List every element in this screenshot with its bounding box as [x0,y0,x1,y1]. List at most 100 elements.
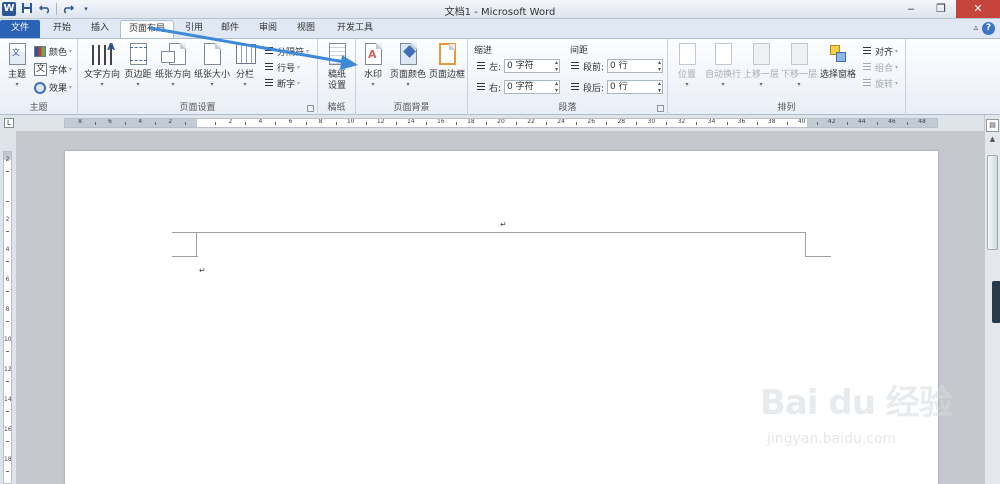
ruler-number: 48 [918,118,926,125]
ruler-strip[interactable]: 8 6 4 2 2 4 6 8 10 12 14 16 18 20 22 24 26 28 30 32 34 36 38 40… [64,118,938,128]
vertical-ruler-number: 16 [4,426,12,433]
ruler-number: 4 [258,118,263,125]
orientation-button[interactable]: 纸张方向 ▾ [154,42,192,89]
group-page-setup: A 文字方向 ▾ 页边距 ▾ 纸张方向 ▾ 纸张大小 ▾ 分栏 ▾ 分隔符 ▾ … [78,39,318,115]
ruler-tick [365,122,367,125]
columns-button[interactable]: 分栏 ▾ [232,42,258,89]
effects-icon [34,81,47,94]
spacing-after-spinner[interactable]: 0 行 [607,80,664,94]
ribbon: 文 主题 ▾ 颜色 ▾ 文 字体 ▾ 效果 ▾ 主题 A 文字方向 ▾ 页边距 … [0,38,1000,115]
tab-references[interactable]: 引用 [178,20,210,38]
theme-fonts-button[interactable]: 文 字体 ▾ [34,61,72,77]
vertical-ruler: 2 2 4 6 8 10 12 14 16 18 [0,131,16,484]
hyphenation-button[interactable]: 断字 ▾ [262,75,300,91]
manuscript-setup-button[interactable]: 稿纸 设置 [321,42,353,92]
line-numbers-button[interactable]: 行号 ▾ [262,59,300,75]
ruler-tick [125,122,127,125]
ruler-tick [846,122,848,125]
tab-insert[interactable]: 插入 [84,20,116,38]
bring-forward-button[interactable]: 上移一层 ▾ [742,42,780,89]
line-numbers-icon [262,61,275,74]
rotate-icon [860,77,873,90]
ruler-number: 42 [827,118,836,125]
ruler-tick [606,122,608,125]
ruler-number: 44 [857,118,866,125]
group-objects-button[interactable]: 组合 ▾ [860,59,898,75]
ruler-tick [275,122,277,125]
ruler-tick [455,122,457,125]
margins-button[interactable]: 页边距 ▾ [122,42,154,89]
ruler-tick [335,122,337,125]
vertical-ruler-tick [6,471,9,472]
vertical-ruler-tick [6,261,9,262]
ruler-number: 20 [497,118,505,125]
vertical-ruler-number: 10 [4,336,12,343]
vertical-ruler-tick [6,231,9,232]
rotate-button[interactable]: 旋转 ▾ [860,75,898,91]
ruler-tick [756,122,758,125]
close-button[interactable]: ✕ [956,0,1000,18]
tab-page-layout[interactable]: 页面布局 [120,20,174,38]
tab-selector-button[interactable]: L [4,118,14,128]
vertical-ruler-number: 4 [5,246,10,253]
size-button[interactable]: 纸张大小 ▾ [192,42,232,89]
ribbon-tabs: 文件 开始 插入 页面布局 引用 邮件 审阅 视图 开发工具 [0,19,1000,38]
vertical-ruler-tick [6,321,9,322]
minimize-button[interactable]: ‒ [896,0,926,18]
ruler-number: 6 [288,118,293,125]
baidu-watermark: Bai du 经验 jingyan.baidu.com [755,375,955,465]
tab-file[interactable]: 文件 [0,20,40,38]
ruler-tick [696,122,698,125]
position-button[interactable]: 位置 ▾ [670,42,704,89]
indent-right-row: 右: 0 字符 [474,80,561,94]
text-direction-button[interactable]: A 文字方向 ▾ [82,42,122,89]
side-panel-handle[interactable] [992,281,1000,323]
indent-left-spinner[interactable]: 0 字符 [504,59,561,73]
tab-view[interactable]: 视图 [290,20,322,38]
window-title: 文档1 - Microsoft Word [444,7,556,18]
restore-button[interactable]: ❐ [926,0,956,18]
page-color-icon [395,42,421,68]
tab-home[interactable]: 开始 [46,20,78,38]
watermark-button[interactable]: A 水印 ▾ [358,42,388,89]
page-borders-button[interactable]: 页面边框 [428,42,466,81]
selection-pane-icon [825,42,851,68]
page-borders-icon [434,42,460,68]
indent-header: 缩进 [474,46,493,56]
scroll-up-icon[interactable]: ▲ [987,135,998,145]
ruler-number: 8 [318,118,323,125]
text-direction-icon: A [89,42,115,68]
vertical-ruler-strip[interactable]: 2 2 4 6 8 10 12 14 16 18 [3,151,12,484]
vertical-ruler-number: 6 [5,276,10,283]
baidu-url: jingyan.baidu.com [767,431,897,447]
help-icon[interactable]: ? [982,22,995,35]
tab-developer[interactable]: 开发工具 [330,20,380,38]
spacing-before-spinner[interactable]: 0 行 [607,59,664,73]
themes-button[interactable]: 文 主题 ▾ [2,42,32,89]
send-backward-button[interactable]: 下移一层 ▾ [780,42,818,89]
breaks-button[interactable]: 分隔符 ▾ [262,43,309,59]
align-button[interactable]: 对齐 ▾ [860,43,898,59]
selection-pane-button[interactable]: 选择窗格 [818,42,858,81]
view-ruler-icon[interactable]: ▤ [986,119,999,132]
indent-right-spinner[interactable]: 0 字符 [504,80,561,94]
hyphenation-icon [262,77,275,90]
vertical-ruler-number: 12 [4,366,12,373]
tab-review[interactable]: 审阅 [252,20,284,38]
wrap-text-button[interactable]: 自动换行 ▾ [704,42,742,89]
ruler-number: 38 [767,118,776,125]
theme-colors-button[interactable]: 颜色 ▾ [34,43,72,59]
tab-mailings[interactable]: 邮件 [214,20,246,38]
ruler-tick [395,122,397,125]
theme-effects-button[interactable]: 效果 ▾ [34,79,72,95]
scroll-thumb[interactable] [987,155,998,250]
group-arrange: 位置 ▾ 自动换行 ▾ 上移一层 ▾ 下移一层 ▾ 选择窗格 对齐 ▾ 组合 ▾… [668,39,906,115]
ruler-tick [576,122,578,125]
collapse-ribbon-icon[interactable]: ▵ [973,23,978,33]
themes-icon: 文 [4,42,30,68]
margins-icon [125,42,151,68]
page-color-button[interactable]: 页面颜色 ▾ [388,42,428,89]
spacing-before-icon [568,60,580,72]
window-controls: ‒ ❐ ✕ [896,0,1000,18]
ruler-tick [185,122,187,125]
